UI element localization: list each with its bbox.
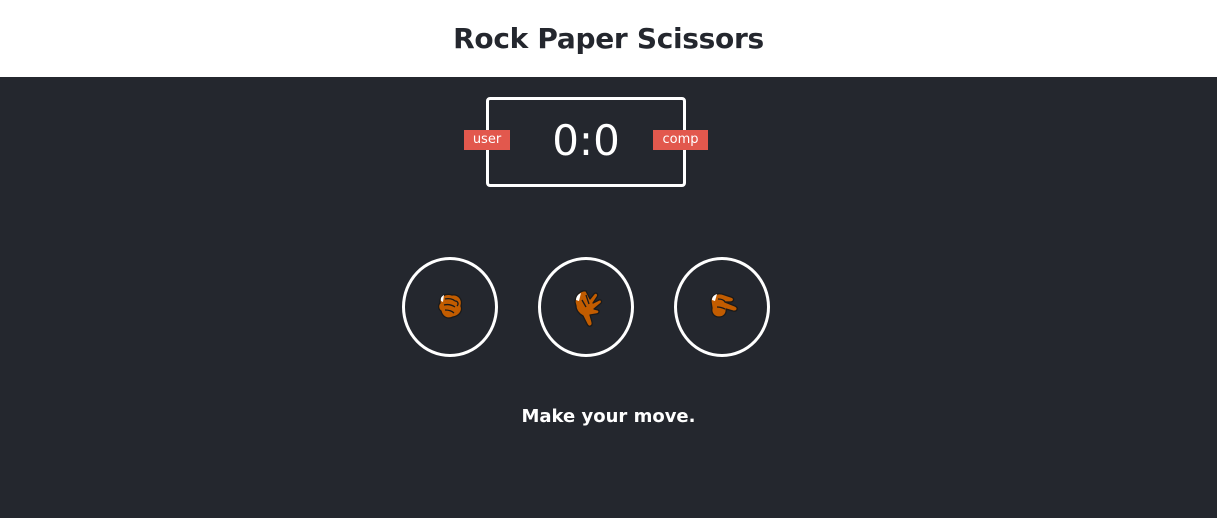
paper-button[interactable]	[538, 257, 634, 357]
scissors-button[interactable]	[674, 257, 770, 357]
page-title: Rock Paper Scissors	[453, 22, 764, 55]
scissors-hand-icon	[710, 293, 738, 318]
user-badge: user	[464, 130, 510, 150]
status-message: Make your move.	[521, 406, 696, 427]
paper-hand-icon	[574, 290, 603, 327]
rock-hand-icon	[437, 293, 463, 319]
rock-button[interactable]	[402, 257, 498, 357]
comp-badge: comp	[653, 130, 708, 150]
header: Rock Paper Scissors	[0, 0, 1217, 77]
game-area: 0:0 user comp Make your move.	[0, 77, 1217, 518]
